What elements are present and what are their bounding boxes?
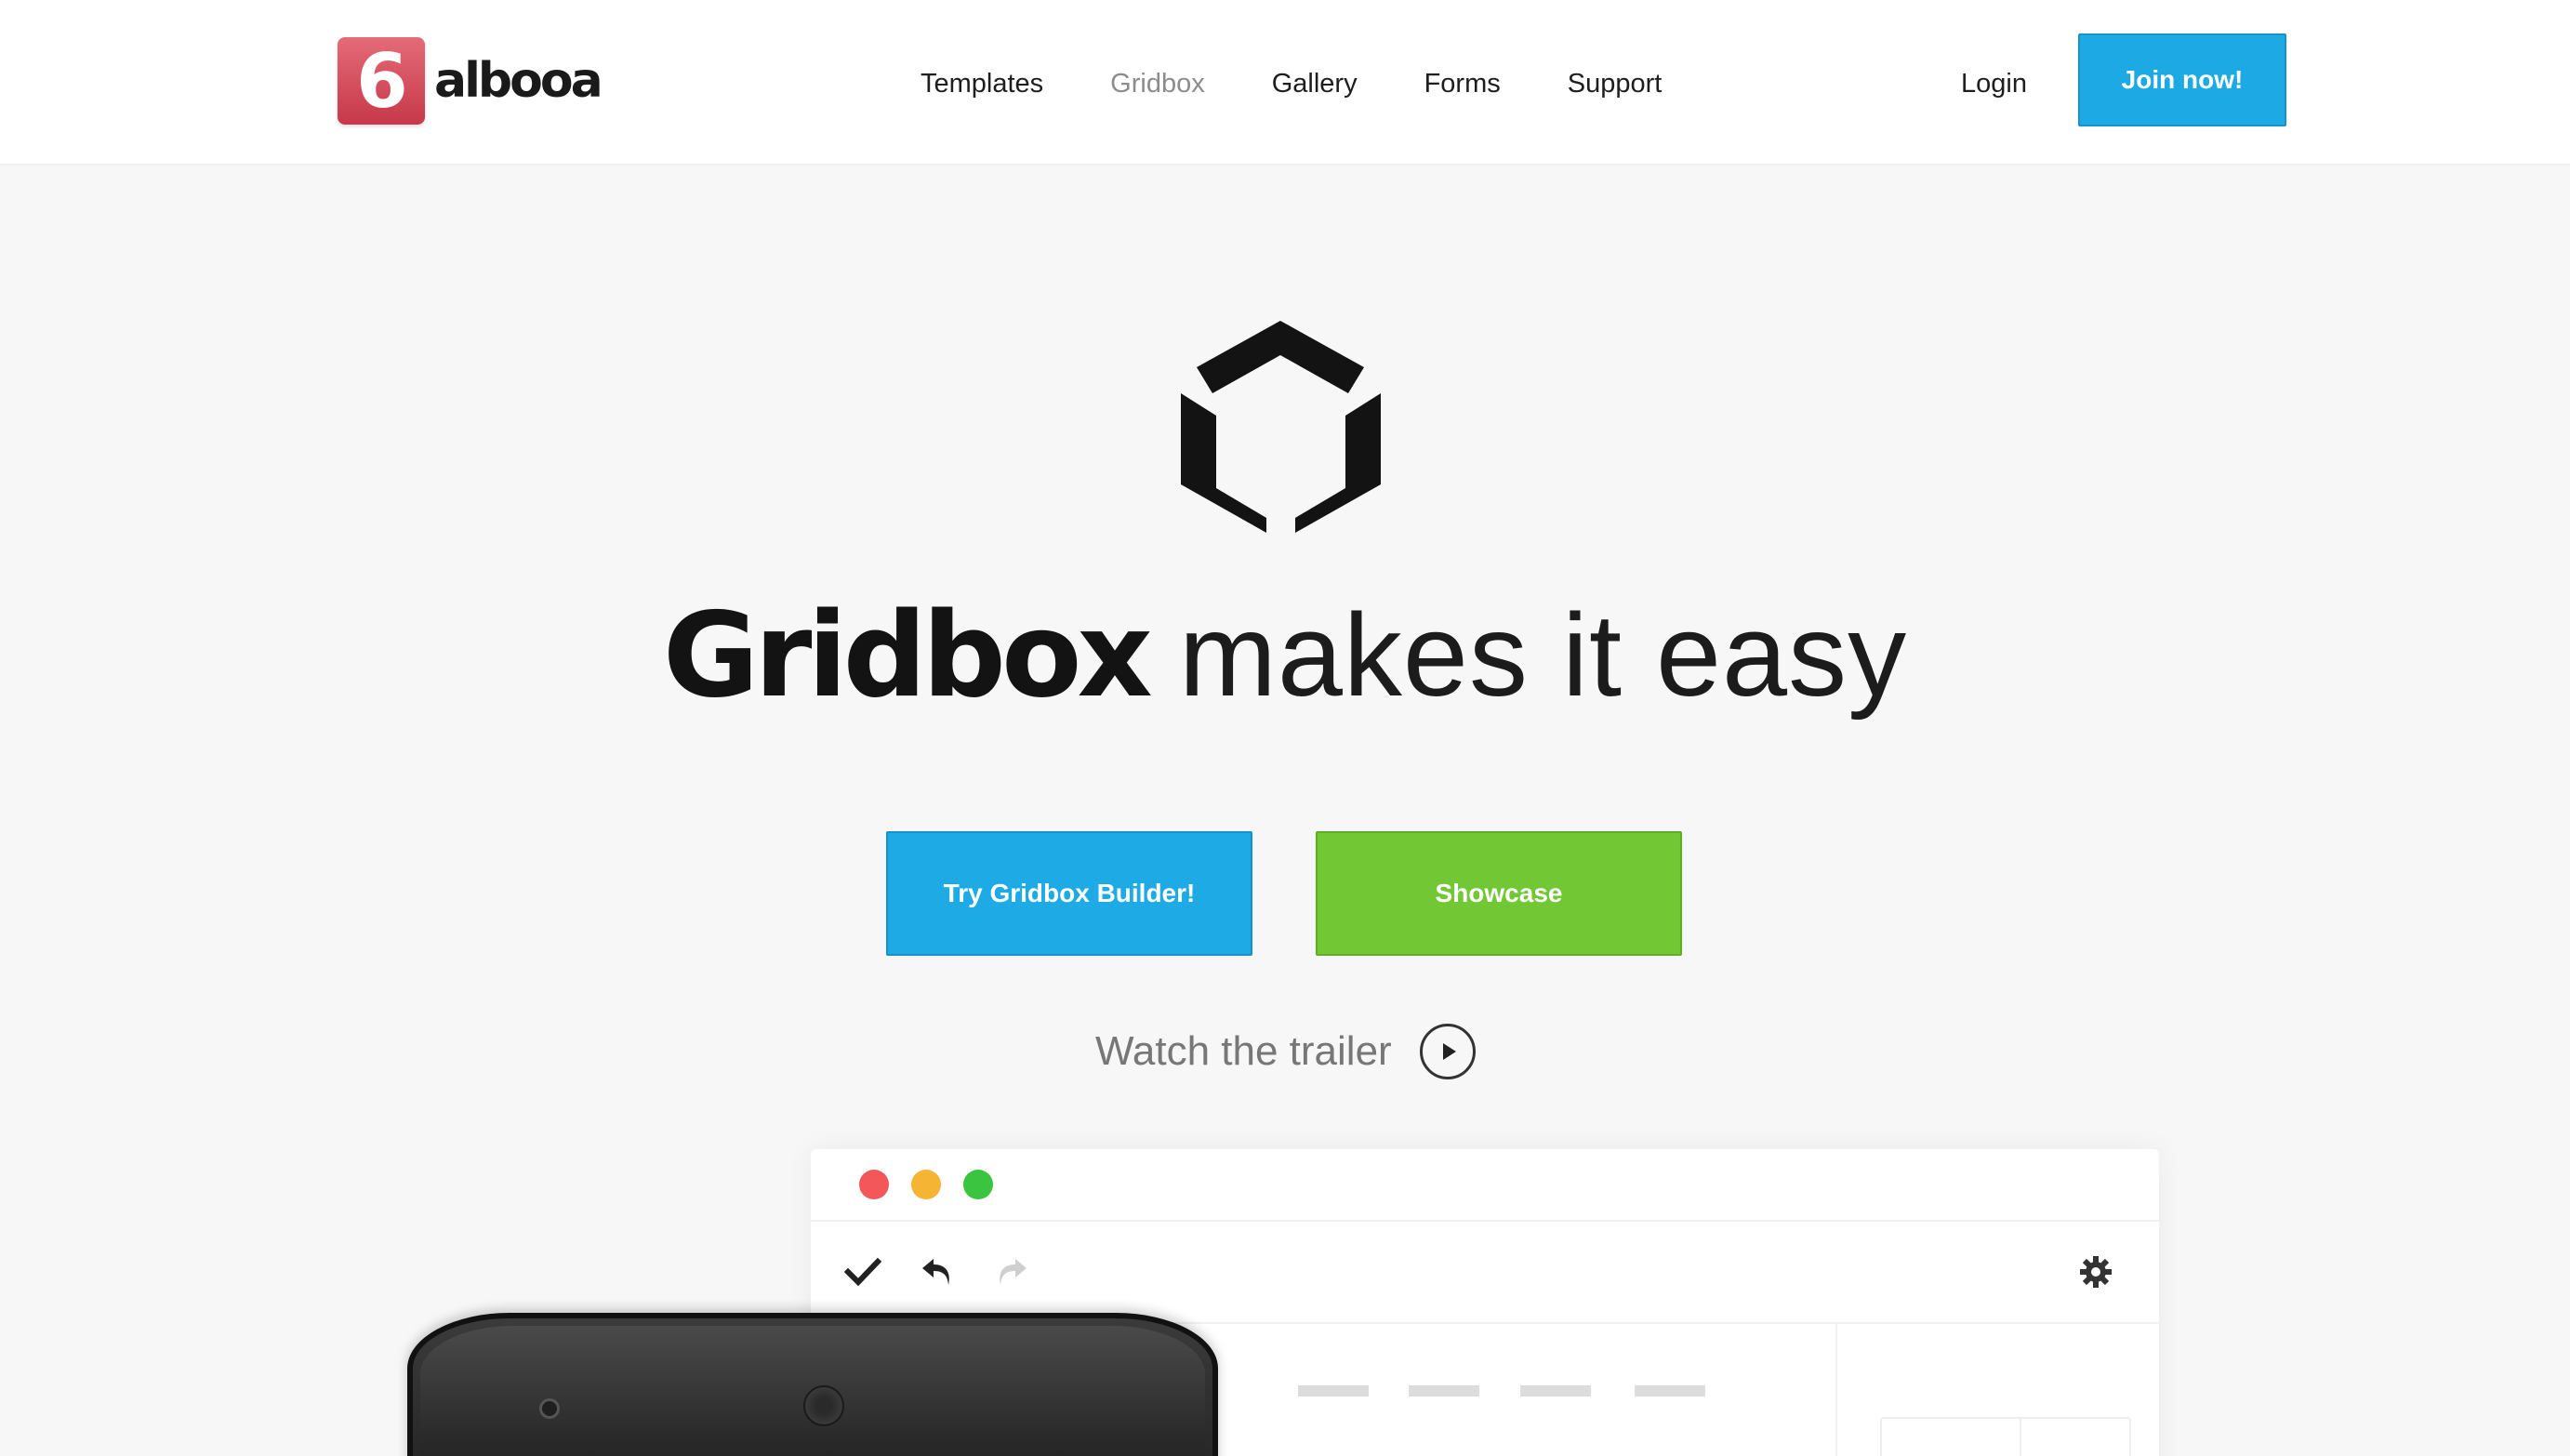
logo-badge-icon: 6 bbox=[338, 37, 425, 125]
logo-wordmark: albooa bbox=[434, 53, 603, 109]
login-link[interactable]: Login bbox=[1961, 65, 2027, 102]
undo-icon bbox=[922, 1259, 949, 1285]
phone-camera bbox=[539, 1398, 560, 1419]
placeholder-nav-bar bbox=[1635, 1385, 1705, 1396]
hero-title-light: makes it easy bbox=[1178, 589, 1908, 721]
play-icon[interactable] bbox=[1419, 1024, 1476, 1079]
hero-title: Gridbox makes it easy bbox=[0, 586, 2570, 725]
side-panel-divider bbox=[2020, 1417, 2021, 1456]
watch-trailer-link[interactable]: Watch the trailer bbox=[1095, 1024, 1476, 1079]
try-gridbox-button[interactable]: Try Gridbox Builder! bbox=[886, 831, 1252, 956]
join-now-button[interactable]: Join now! bbox=[2078, 33, 2286, 126]
placeholder-nav-bar bbox=[1409, 1385, 1479, 1396]
window-titlebar bbox=[811, 1149, 2159, 1222]
side-panel-box bbox=[1880, 1417, 2131, 1456]
nav-item-forms[interactable]: Forms bbox=[1424, 65, 1501, 102]
window-minimize-dot bbox=[911, 1170, 941, 1199]
brand-logo[interactable]: 6 albooa bbox=[338, 37, 603, 125]
site-header: 6 albooa Templates Gridbox Gallery Forms… bbox=[0, 0, 2570, 165]
redo-icon bbox=[1000, 1259, 1027, 1285]
nav-item-support[interactable]: Support bbox=[1568, 65, 1663, 102]
gridbox-hex-icon bbox=[1181, 321, 1381, 533]
window-close-dot bbox=[859, 1170, 889, 1199]
nav-item-gallery[interactable]: Gallery bbox=[1272, 65, 1358, 102]
showcase-button[interactable]: Showcase bbox=[1316, 831, 1682, 956]
hero-title-strong: Gridbox bbox=[662, 587, 1153, 723]
nav-item-gridbox[interactable]: Gridbox bbox=[1110, 65, 1205, 102]
phone-speaker bbox=[803, 1385, 844, 1426]
phone-screen bbox=[420, 1326, 1205, 1456]
placeholder-nav-bar bbox=[1520, 1385, 1591, 1396]
nav-item-templates[interactable]: Templates bbox=[921, 65, 1043, 102]
gear-icon bbox=[2080, 1256, 2112, 1288]
editor-toolbar bbox=[811, 1222, 2159, 1324]
watch-trailer-label: Watch the trailer bbox=[1095, 1028, 1392, 1074]
placeholder-nav-bar bbox=[1298, 1385, 1369, 1396]
phone-mockup bbox=[407, 1313, 1218, 1456]
check-icon bbox=[844, 1257, 881, 1287]
editor-side-panel bbox=[1835, 1324, 2161, 1456]
window-maximize-dot bbox=[963, 1170, 993, 1199]
main-nav: Templates Gridbox Gallery Forms Support bbox=[921, 65, 1729, 102]
